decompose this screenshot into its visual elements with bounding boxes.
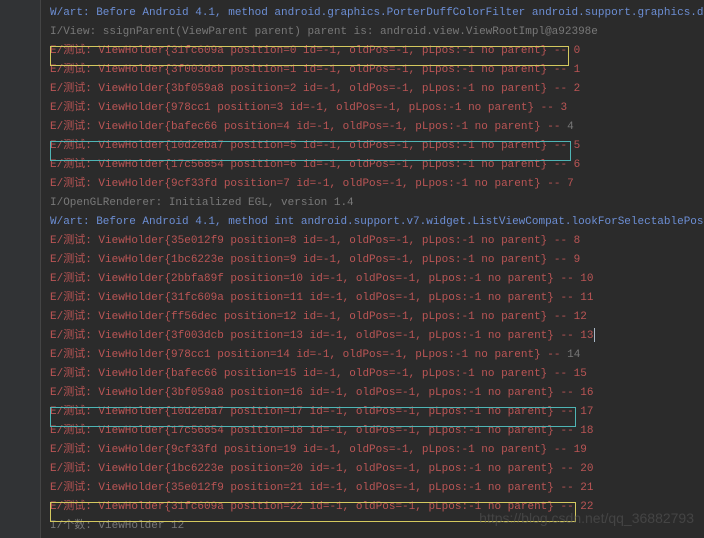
log-text: E/测试: ViewHolder{bafec66 position=15 id=… <box>50 368 587 380</box>
log-line[interactable]: E/测试: ViewHolder{31fc609a position=0 id=… <box>50 42 704 61</box>
log-text: E/测试: ViewHolder{1bc6223e position=9 id=… <box>50 254 580 266</box>
log-line[interactable]: E/测试: ViewHolder{3f003dcb position=13 id… <box>50 327 704 346</box>
log-text: I/View: ssignParent(ViewParent parent) p… <box>50 26 598 38</box>
log-text: E/测试: ViewHolder{9cf33fd position=7 id=-… <box>50 178 574 190</box>
log-text: E/测试: ViewHolder{3f003dcb position=13 id… <box>50 330 594 342</box>
log-trail: 4 <box>567 121 574 133</box>
log-line[interactable]: E/测试: ViewHolder{2bbfa89f position=10 id… <box>50 270 704 289</box>
log-line[interactable]: E/测试: ViewHolder{9cf33fd position=7 id=-… <box>50 175 704 194</box>
log-text: E/测试: ViewHolder{978cc1 position=14 id=-… <box>50 349 567 361</box>
log-text: E/测试: ViewHolder{3f003dcb position=1 id=… <box>50 64 580 76</box>
log-text: I/OpenGLRenderer: Initialized EGL, versi… <box>50 197 354 209</box>
log-line[interactable]: E/测试: ViewHolder{9cf33fd position=19 id=… <box>50 441 704 460</box>
log-text: I/个数: viewHolder 12 <box>50 520 184 532</box>
log-text: E/测试: ViewHolder{17c56854 position=18 id… <box>50 425 594 437</box>
log-line[interactable]: E/测试: ViewHolder{35e012f9 position=21 id… <box>50 479 704 498</box>
log-line[interactable]: E/测试: ViewHolder{1bc6223e position=20 id… <box>50 460 704 479</box>
log-text: E/测试: ViewHolder{31fc609a position=0 id=… <box>50 45 580 57</box>
log-line[interactable]: E/测试: ViewHolder{17c56854 position=6 id=… <box>50 156 704 175</box>
watermark: https://blog.csdn.net/qq_36882793 <box>479 510 694 526</box>
log-trail: 14 <box>567 349 580 361</box>
log-line[interactable]: E/测试: ViewHolder{35e012f9 position=8 id=… <box>50 232 704 251</box>
log-text: W/art: Before Android 4.1, method androi… <box>50 7 704 19</box>
log-text: W/art: Before Android 4.1, method int an… <box>50 216 704 228</box>
log-text: E/测试: ViewHolder{35e012f9 position=21 id… <box>50 482 594 494</box>
log-line[interactable]: E/测试: ViewHolder{978cc1 position=3 id=-1… <box>50 99 704 118</box>
log-line[interactable]: E/测试: ViewHolder{1bc6223e position=9 id=… <box>50 251 704 270</box>
log-line[interactable]: E/测试: ViewHolder{3bf059a8 position=2 id=… <box>50 80 704 99</box>
log-line[interactable]: E/测试: ViewHolder{10d2eba7 position=17 id… <box>50 403 704 422</box>
log-output[interactable]: W/art: Before Android 4.1, method androi… <box>50 4 704 536</box>
log-text: E/测试: ViewHolder{35e012f9 position=8 id=… <box>50 235 580 247</box>
log-line[interactable]: E/测试: ViewHolder{10d2eba7 position=5 id=… <box>50 137 704 156</box>
log-line[interactable]: E/测试: ViewHolder{ff56dec position=12 id=… <box>50 308 704 327</box>
log-line[interactable]: E/测试: ViewHolder{bafec66 position=4 id=-… <box>50 118 704 137</box>
log-line[interactable]: W/art: Before Android 4.1, method androi… <box>50 4 704 23</box>
log-text: E/测试: ViewHolder{3bf059a8 position=16 id… <box>50 387 594 399</box>
log-text: E/测试: ViewHolder{9cf33fd position=19 id=… <box>50 444 587 456</box>
log-line[interactable]: E/测试: ViewHolder{31fc609a position=11 id… <box>50 289 704 308</box>
log-line[interactable]: E/测试: ViewHolder{978cc1 position=14 id=-… <box>50 346 704 365</box>
log-line[interactable]: E/测试: ViewHolder{3f003dcb position=1 id=… <box>50 61 704 80</box>
log-text: E/测试: ViewHolder{978cc1 position=3 id=-1… <box>50 102 567 114</box>
log-line[interactable]: W/art: Before Android 4.1, method int an… <box>50 213 704 232</box>
log-text: E/测试: ViewHolder{1bc6223e position=20 id… <box>50 463 594 475</box>
text-cursor <box>594 328 595 342</box>
gutter <box>0 0 41 538</box>
log-line[interactable]: I/View: ssignParent(ViewParent parent) p… <box>50 23 704 42</box>
log-text: E/测试: ViewHolder{ff56dec position=12 id=… <box>50 311 587 323</box>
log-text: E/测试: ViewHolder{2bbfa89f position=10 id… <box>50 273 594 285</box>
log-line[interactable]: E/测试: ViewHolder{3bf059a8 position=16 id… <box>50 384 704 403</box>
log-line[interactable]: E/测试: ViewHolder{bafec66 position=15 id=… <box>50 365 704 384</box>
log-text: E/测试: ViewHolder{31fc609a position=11 id… <box>50 292 594 304</box>
log-line[interactable]: E/测试: ViewHolder{17c56854 position=18 id… <box>50 422 704 441</box>
log-line[interactable]: I/OpenGLRenderer: Initialized EGL, versi… <box>50 194 704 213</box>
log-text: E/测试: ViewHolder{10d2eba7 position=5 id=… <box>50 140 580 152</box>
log-text: E/测试: ViewHolder{bafec66 position=4 id=-… <box>50 121 567 133</box>
log-text: E/测试: ViewHolder{17c56854 position=6 id=… <box>50 159 580 171</box>
log-text: E/测试: ViewHolder{10d2eba7 position=17 id… <box>50 406 594 418</box>
log-text: E/测试: ViewHolder{3bf059a8 position=2 id=… <box>50 83 580 95</box>
